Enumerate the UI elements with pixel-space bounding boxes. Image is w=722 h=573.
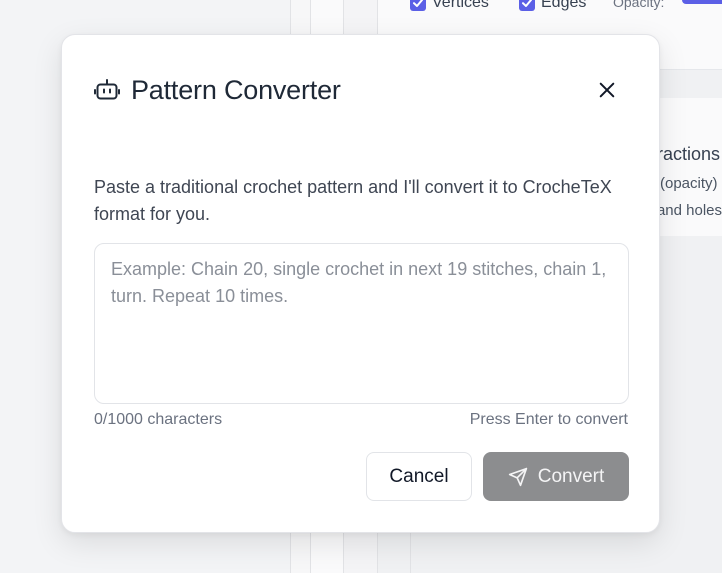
character-counter: 0/1000 characters [94, 411, 223, 428]
pattern-input[interactable] [95, 244, 628, 403]
enter-hint: Press Enter to convert [469, 411, 628, 428]
vertices-checkbox[interactable]: Vertices [410, 0, 489, 12]
dialog-title: Pattern Converter [131, 74, 341, 105]
close-button[interactable] [593, 76, 621, 104]
edges-label: Edges [541, 0, 587, 11]
robot-icon [94, 77, 120, 103]
convert-button[interactable]: Convert [483, 452, 629, 501]
checkbox-checked-icon [410, 0, 426, 11]
background-card-text: (opacity) [660, 175, 718, 192]
opacity-slider[interactable] [682, 0, 722, 4]
vertices-label: Vertices [432, 0, 489, 11]
cancel-button[interactable]: Cancel [366, 452, 472, 501]
opacity-label: Opacity: [613, 0, 665, 10]
background-card-text: and holes [660, 202, 722, 219]
background-card-title: Interactions [658, 144, 720, 164]
cancel-button-label: Cancel [389, 465, 449, 487]
dialog-description: Paste a traditional crochet pattern and … [94, 177, 612, 224]
checkbox-checked-icon [519, 0, 535, 11]
pattern-converter-dialog: Pattern Converter Paste a traditional cr… [61, 34, 660, 533]
dialog-header: Pattern Converter [94, 73, 341, 107]
send-icon [508, 467, 528, 487]
edges-checkbox[interactable]: Edges [519, 0, 586, 12]
pattern-input-container [94, 243, 629, 404]
close-icon [599, 82, 615, 98]
convert-button-label: Convert [537, 465, 605, 487]
